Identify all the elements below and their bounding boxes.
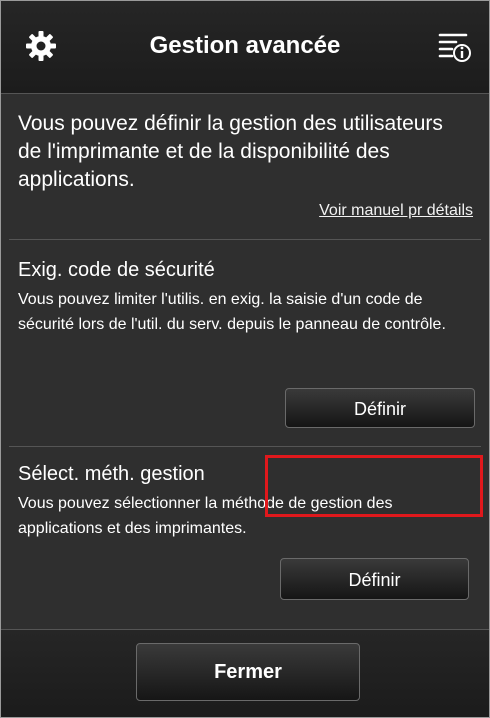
management-method-description: Vous pouvez sélectionner la méthode de g… xyxy=(18,495,393,537)
divider xyxy=(9,446,481,447)
page-title: Gestion avancée xyxy=(149,32,341,59)
management-method-title: Sélect. méth. gestion xyxy=(18,463,205,485)
security-code-title: Exig. code de sécurité xyxy=(18,259,215,281)
menu-info-icon[interactable] xyxy=(436,29,472,65)
security-code-description: Vous pouvez limiter l'utilis. en exig. l… xyxy=(18,291,446,333)
manual-link[interactable]: Voir manuel pr détails xyxy=(319,202,473,220)
management-method-define-button[interactable]: Définir xyxy=(280,558,469,600)
settings-content: Vous pouvez définir la gestion des utili… xyxy=(1,94,489,629)
close-button[interactable]: Fermer xyxy=(136,643,360,701)
header-bar: Gestion avancée xyxy=(1,1,489,94)
divider xyxy=(9,239,481,240)
gear-icon[interactable] xyxy=(23,28,59,64)
intro-text: Vous pouvez définir la gestion des utili… xyxy=(18,112,443,191)
app-screen: Gestion avancée Vous pouvez définir la g… xyxy=(0,0,490,718)
footer-bar: Fermer xyxy=(1,629,489,717)
security-code-define-button[interactable]: Définir xyxy=(285,388,475,428)
